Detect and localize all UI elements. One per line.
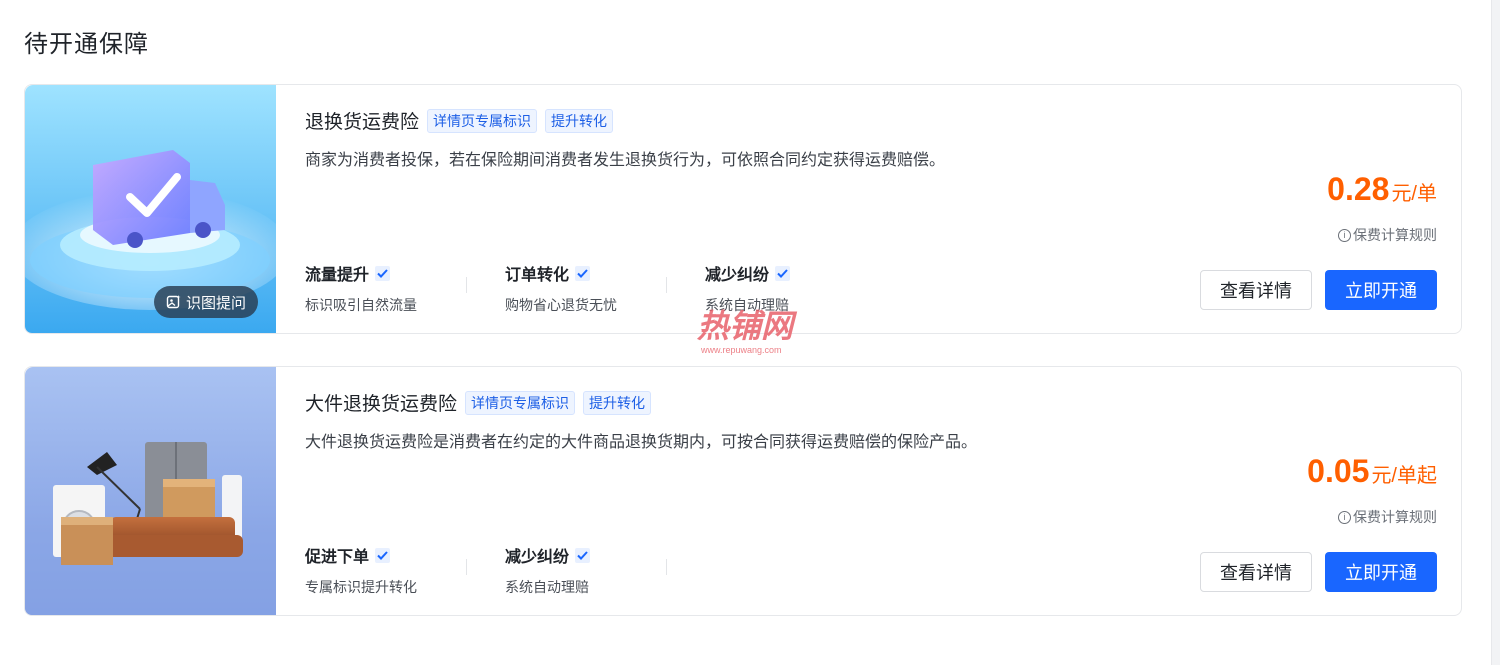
check-icon — [775, 265, 791, 281]
truck-product-image: 识图提问 — [25, 85, 276, 333]
divider — [666, 559, 667, 575]
product-description: 大件退换货运费险是消费者在约定的大件商品退换货期内，可按合同获得运费赔偿的保险产… — [305, 434, 978, 451]
card-title-row: 大件退换货运费险 详情页专属标识 提升转化 — [305, 389, 652, 416]
price-value: 0.05 — [1307, 453, 1370, 489]
feature-item: 促进下单 专属标识提升转化 — [305, 543, 505, 597]
activate-button[interactable]: 立即开通 — [1325, 552, 1437, 592]
tag-conversion: 提升转化 — [583, 390, 652, 415]
feature-item: 减少纠纷 系统自动理赔 — [705, 261, 905, 315]
feature-desc: 专属标识提升转化 — [305, 579, 417, 595]
view-details-button[interactable]: 查看详情 — [1200, 552, 1312, 592]
feature-item: 减少纠纷 系统自动理赔 — [505, 543, 705, 597]
price: 0.05 元/单起 — [1307, 453, 1437, 490]
feature-title: 减少纠纷 — [505, 549, 570, 566]
divider — [466, 277, 467, 293]
section-title: 待开通保障 — [24, 31, 149, 58]
feature-item: 流量提升 标识吸引自然流量 — [305, 261, 505, 315]
product-name: 大件退换货运费险 — [305, 394, 458, 415]
divider — [666, 277, 667, 293]
ocr-ask-label: 识图提问 — [185, 294, 246, 312]
insurance-card-return-shipping: 识图提问 退换货运费险 详情页专属标识 提升转化 商家为消费者投保，若在保险期间… — [24, 84, 1462, 334]
check-icon — [375, 547, 391, 563]
feature-title: 减少纠纷 — [705, 267, 770, 284]
price: 0.28 元/单 — [1327, 171, 1437, 208]
feature-desc: 系统自动理赔 — [705, 297, 789, 313]
price-value: 0.28 — [1327, 171, 1390, 207]
tag-detail-badge: 详情页专属标识 — [427, 108, 538, 133]
insurance-card-large-item-return: 大件退换货运费险 详情页专属标识 提升转化 大件退换货运费险是消费者在约定的大件… — [24, 366, 1462, 616]
activate-button[interactable]: 立即开通 — [1325, 270, 1437, 310]
furniture-product-image — [25, 367, 276, 615]
price-unit: 元/单起 — [1371, 465, 1437, 487]
premium-rule-label: 保费计算规则 — [1353, 509, 1437, 525]
product-name: 退换货运费险 — [305, 112, 420, 133]
feature-title: 流量提升 — [305, 267, 370, 284]
tag-detail-badge: 详情页专属标识 — [465, 390, 576, 415]
feature-item: 订单转化 购物省心退货无忧 — [505, 261, 705, 315]
feature-desc: 系统自动理赔 — [505, 579, 589, 595]
divider — [466, 559, 467, 575]
feature-list: 促进下单 专属标识提升转化 减少纠纷 系统自动理赔 — [305, 543, 705, 597]
svg-text:www.repuwang.com: www.repuwang.com — [700, 345, 782, 355]
check-icon — [375, 265, 391, 281]
feature-title: 订单转化 — [505, 267, 570, 284]
price-unit: 元/单 — [1391, 183, 1437, 205]
feature-title: 促进下单 — [305, 549, 370, 566]
feature-list: 流量提升 标识吸引自然流量 订单转化 购物省心退货无忧 减少纠纷 系统自动理赔 — [305, 261, 905, 315]
tag-conversion: 提升转化 — [545, 108, 614, 133]
feature-desc: 购物省心退货无忧 — [505, 297, 617, 313]
premium-rule-link[interactable]: i 保费计算规则 — [1338, 507, 1437, 527]
ocr-ask-button[interactable]: 识图提问 — [154, 286, 258, 318]
view-details-button[interactable]: 查看详情 — [1200, 270, 1312, 310]
feature-desc: 标识吸引自然流量 — [305, 297, 417, 313]
info-icon: i — [1338, 228, 1351, 242]
page: 待开通保障 识图提问 退换货运费险 详情页专属标识 提升转化 商家为消费者投保，… — [0, 0, 1492, 665]
premium-rule-label: 保费计算规则 — [1353, 227, 1437, 243]
image-search-icon — [166, 294, 182, 310]
check-icon — [575, 265, 591, 281]
product-description: 商家为消费者投保，若在保险期间消费者发生退换货行为，可依照合同约定获得运费赔偿。 — [305, 152, 946, 169]
info-icon: i — [1338, 510, 1351, 524]
vertical-scrollbar[interactable] — [1491, 0, 1500, 665]
premium-rule-link[interactable]: i 保费计算规则 — [1338, 225, 1437, 245]
card-title-row: 退换货运费险 详情页专属标识 提升转化 — [305, 107, 614, 134]
check-icon — [575, 547, 591, 563]
